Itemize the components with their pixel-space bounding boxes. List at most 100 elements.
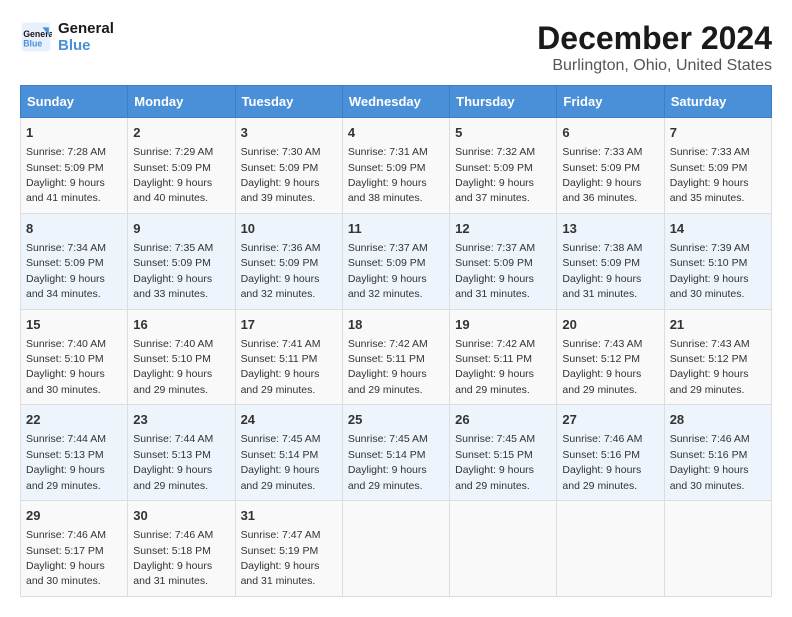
table-row: 5 Sunrise: 7:32 AM Sunset: 5:09 PM Dayli… — [450, 118, 557, 214]
daylight-label: Daylight: 9 hours and 41 minutes. — [26, 177, 105, 204]
table-row: 28 Sunrise: 7:46 AM Sunset: 5:16 PM Dayl… — [664, 405, 771, 501]
sunrise-info: Sunrise: 7:46 AM — [26, 529, 106, 541]
daylight-label: Daylight: 9 hours and 40 minutes. — [133, 177, 212, 204]
sunrise-info: Sunrise: 7:28 AM — [26, 146, 106, 158]
calendar-row: 22 Sunrise: 7:44 AM Sunset: 5:13 PM Dayl… — [21, 405, 772, 501]
col-sunday: Sunday — [21, 86, 128, 118]
daylight-label: Daylight: 9 hours and 29 minutes. — [133, 464, 212, 491]
sunset-info: Sunset: 5:10 PM — [133, 353, 211, 365]
daylight-label: Daylight: 9 hours and 29 minutes. — [455, 464, 534, 491]
sunset-info: Sunset: 5:11 PM — [241, 353, 318, 365]
day-number: 23 — [133, 411, 229, 429]
title-area: December 2024 Burlington, Ohio, United S… — [537, 20, 772, 75]
svg-text:Blue: Blue — [23, 39, 42, 49]
sunset-info: Sunset: 5:10 PM — [670, 257, 748, 269]
table-row: 19 Sunrise: 7:42 AM Sunset: 5:11 PM Dayl… — [450, 309, 557, 405]
daylight-label: Daylight: 9 hours and 32 minutes. — [241, 273, 320, 300]
day-number: 17 — [241, 316, 337, 334]
day-number: 16 — [133, 316, 229, 334]
sunrise-info: Sunrise: 7:39 AM — [670, 242, 750, 254]
day-number: 7 — [670, 124, 766, 142]
sunset-info: Sunset: 5:12 PM — [670, 353, 748, 365]
table-row: 26 Sunrise: 7:45 AM Sunset: 5:15 PM Dayl… — [450, 405, 557, 501]
day-number: 6 — [562, 124, 658, 142]
daylight-label: Daylight: 9 hours and 29 minutes. — [26, 464, 105, 491]
daylight-label: Daylight: 9 hours and 34 minutes. — [26, 273, 105, 300]
sunrise-info: Sunrise: 7:37 AM — [348, 242, 428, 254]
table-row: 20 Sunrise: 7:43 AM Sunset: 5:12 PM Dayl… — [557, 309, 664, 405]
sunset-info: Sunset: 5:09 PM — [241, 257, 319, 269]
table-row: 9 Sunrise: 7:35 AM Sunset: 5:09 PM Dayli… — [128, 213, 235, 309]
sunset-info: Sunset: 5:09 PM — [348, 257, 426, 269]
day-number: 4 — [348, 124, 444, 142]
sunrise-info: Sunrise: 7:30 AM — [241, 146, 321, 158]
daylight-label: Daylight: 9 hours and 29 minutes. — [670, 368, 749, 395]
daylight-label: Daylight: 9 hours and 30 minutes. — [670, 464, 749, 491]
day-number: 26 — [455, 411, 551, 429]
sunrise-info: Sunrise: 7:29 AM — [133, 146, 213, 158]
day-number: 19 — [455, 316, 551, 334]
sunset-info: Sunset: 5:18 PM — [133, 545, 211, 557]
daylight-label: Daylight: 9 hours and 39 minutes. — [241, 177, 320, 204]
page-title: December 2024 — [537, 20, 772, 57]
daylight-label: Daylight: 9 hours and 29 minutes. — [562, 464, 641, 491]
table-row: 10 Sunrise: 7:36 AM Sunset: 5:09 PM Dayl… — [235, 213, 342, 309]
table-row: 25 Sunrise: 7:45 AM Sunset: 5:14 PM Dayl… — [342, 405, 449, 501]
daylight-label: Daylight: 9 hours and 30 minutes. — [670, 273, 749, 300]
day-number: 31 — [241, 507, 337, 525]
sunrise-info: Sunrise: 7:40 AM — [133, 338, 213, 350]
sunset-info: Sunset: 5:09 PM — [455, 257, 533, 269]
sunrise-info: Sunrise: 7:46 AM — [562, 433, 642, 445]
daylight-label: Daylight: 9 hours and 31 minutes. — [562, 273, 641, 300]
col-thursday: Thursday — [450, 86, 557, 118]
sunrise-info: Sunrise: 7:45 AM — [348, 433, 428, 445]
calendar-row: 8 Sunrise: 7:34 AM Sunset: 5:09 PM Dayli… — [21, 213, 772, 309]
day-number: 5 — [455, 124, 551, 142]
day-number: 3 — [241, 124, 337, 142]
sunset-info: Sunset: 5:09 PM — [348, 162, 426, 174]
table-row: 12 Sunrise: 7:37 AM Sunset: 5:09 PM Dayl… — [450, 213, 557, 309]
table-row: 2 Sunrise: 7:29 AM Sunset: 5:09 PM Dayli… — [128, 118, 235, 214]
sunrise-info: Sunrise: 7:37 AM — [455, 242, 535, 254]
day-number: 18 — [348, 316, 444, 334]
daylight-label: Daylight: 9 hours and 33 minutes. — [133, 273, 212, 300]
sunrise-info: Sunrise: 7:33 AM — [670, 146, 750, 158]
table-row — [342, 501, 449, 597]
day-number: 20 — [562, 316, 658, 334]
sunset-info: Sunset: 5:09 PM — [133, 257, 211, 269]
daylight-label: Daylight: 9 hours and 30 minutes. — [26, 560, 105, 587]
table-row — [664, 501, 771, 597]
sunset-info: Sunset: 5:09 PM — [562, 257, 640, 269]
logo-icon: General Blue — [20, 21, 52, 53]
table-row: 13 Sunrise: 7:38 AM Sunset: 5:09 PM Dayl… — [557, 213, 664, 309]
sunrise-info: Sunrise: 7:34 AM — [26, 242, 106, 254]
calendar-header-row: Sunday Monday Tuesday Wednesday Thursday… — [21, 86, 772, 118]
daylight-label: Daylight: 9 hours and 30 minutes. — [26, 368, 105, 395]
calendar-row: 15 Sunrise: 7:40 AM Sunset: 5:10 PM Dayl… — [21, 309, 772, 405]
day-number: 30 — [133, 507, 229, 525]
sunrise-info: Sunrise: 7:46 AM — [670, 433, 750, 445]
daylight-label: Daylight: 9 hours and 29 minutes. — [133, 368, 212, 395]
sunset-info: Sunset: 5:12 PM — [562, 353, 640, 365]
sunrise-info: Sunrise: 7:47 AM — [241, 529, 321, 541]
sunrise-info: Sunrise: 7:44 AM — [26, 433, 106, 445]
table-row: 6 Sunrise: 7:33 AM Sunset: 5:09 PM Dayli… — [557, 118, 664, 214]
day-number: 9 — [133, 220, 229, 238]
calendar-row: 1 Sunrise: 7:28 AM Sunset: 5:09 PM Dayli… — [21, 118, 772, 214]
sunrise-info: Sunrise: 7:45 AM — [455, 433, 535, 445]
sunset-info: Sunset: 5:09 PM — [26, 257, 104, 269]
sunset-info: Sunset: 5:17 PM — [26, 545, 104, 557]
table-row: 29 Sunrise: 7:46 AM Sunset: 5:17 PM Dayl… — [21, 501, 128, 597]
day-number: 8 — [26, 220, 122, 238]
logo: General Blue General Blue — [20, 20, 114, 54]
table-row: 1 Sunrise: 7:28 AM Sunset: 5:09 PM Dayli… — [21, 118, 128, 214]
daylight-label: Daylight: 9 hours and 31 minutes. — [133, 560, 212, 587]
day-number: 29 — [26, 507, 122, 525]
sunrise-info: Sunrise: 7:36 AM — [241, 242, 321, 254]
table-row: 15 Sunrise: 7:40 AM Sunset: 5:10 PM Dayl… — [21, 309, 128, 405]
sunrise-info: Sunrise: 7:35 AM — [133, 242, 213, 254]
sunrise-info: Sunrise: 7:42 AM — [455, 338, 535, 350]
calendar-row: 29 Sunrise: 7:46 AM Sunset: 5:17 PM Dayl… — [21, 501, 772, 597]
sunset-info: Sunset: 5:19 PM — [241, 545, 319, 557]
day-number: 25 — [348, 411, 444, 429]
